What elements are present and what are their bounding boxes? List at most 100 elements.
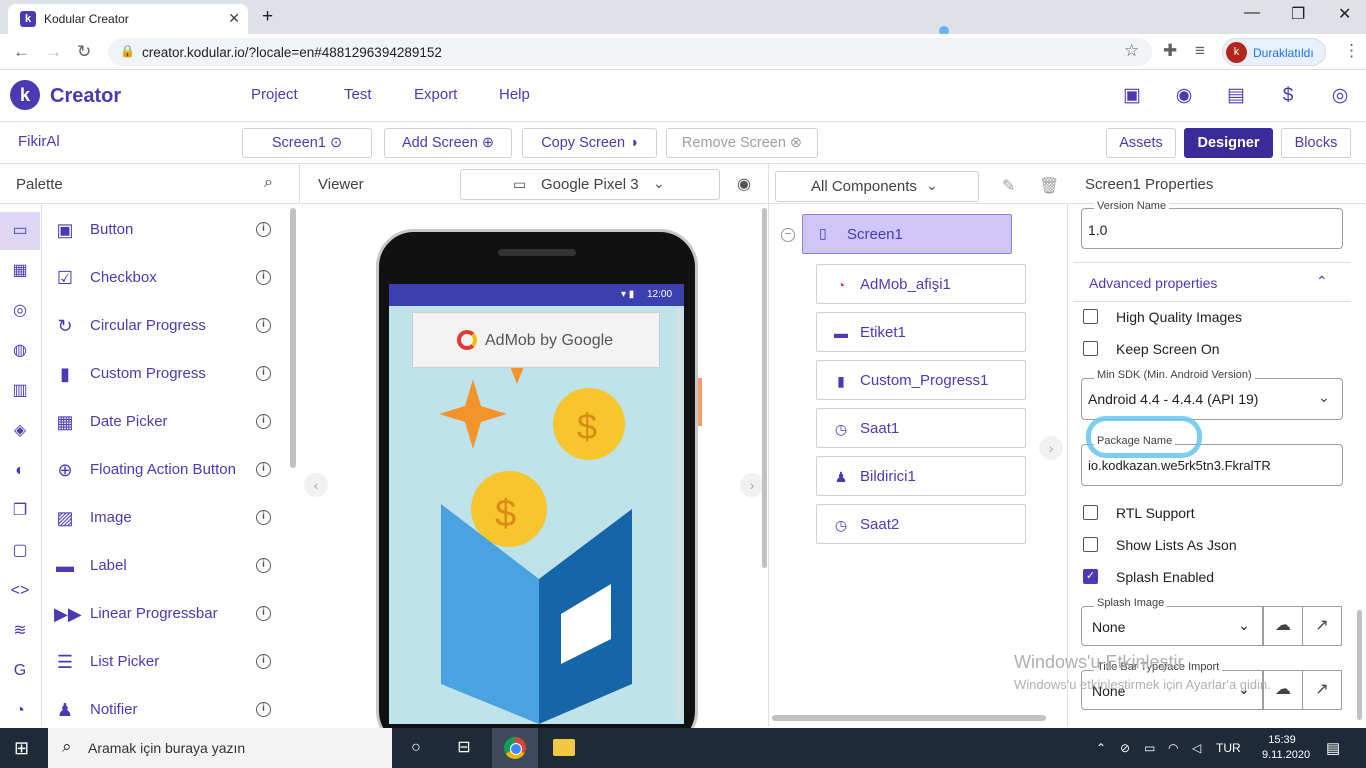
rename-pencil-icon[interactable]: ✎ xyxy=(1002,176,1015,196)
close-window-icon[interactable]: ✕ xyxy=(1338,4,1351,24)
open-external-icon[interactable]: ↗ xyxy=(1302,670,1342,710)
kodular-logo[interactable]: k xyxy=(10,80,40,110)
previous-arrow-icon[interactable]: ‹ xyxy=(304,473,328,497)
component-saat1[interactable]: ◷ Saat1 xyxy=(816,408,1026,448)
component-screen1[interactable]: ▯ Screen1 xyxy=(802,214,1012,254)
dollar-icon[interactable]: $ xyxy=(1276,84,1300,108)
info-icon[interactable]: i xyxy=(256,654,271,669)
url-field[interactable]: 🔒 creator.kodular.io/?locale=en#48812963… xyxy=(108,38,1152,66)
forward-icon[interactable]: → xyxy=(45,42,62,62)
menu-help[interactable]: Help xyxy=(499,86,530,103)
menu-project[interactable]: Project xyxy=(251,86,298,103)
open-external-icon[interactable]: ↗ xyxy=(1302,606,1342,646)
profile-button[interactable]: k Duraklatıldı xyxy=(1222,38,1326,66)
info-icon[interactable]: i xyxy=(256,702,271,717)
palette-item-notifier[interactable]: ♟ Notifier i xyxy=(42,685,292,733)
taskbar-search[interactable]: ⌕ Aramak için buraya yazın xyxy=(48,728,392,768)
category-connectivity-icon[interactable]: ≋ xyxy=(9,620,31,642)
category-business-icon[interactable]: ▢ xyxy=(9,540,31,562)
menu-test[interactable]: Test xyxy=(344,86,372,103)
taskbar-clock[interactable]: 15:39 9.11.2020 xyxy=(1262,733,1310,763)
file-explorer-icon[interactable] xyxy=(553,739,575,756)
media-icon[interactable]: ≡ xyxy=(1195,41,1205,61)
upload-cloud-icon[interactable]: ☁ xyxy=(1263,606,1303,646)
palette-icon[interactable]: ◉ xyxy=(1172,84,1196,108)
windows-start-icon[interactable]: ⊞ xyxy=(14,738,29,759)
delete-trash-icon[interactable]: 🗑 xyxy=(1039,176,1059,196)
copy-screen-button[interactable]: Copy Screen ◑ xyxy=(522,128,657,158)
palette-item-circular-progress[interactable]: ↻ Circular Progress i xyxy=(42,301,292,349)
min-sdk-select[interactable]: Android 4.4 - 4.4.4 (API 19) ⌄ xyxy=(1081,378,1343,420)
category-code-icon[interactable]: <> xyxy=(9,580,31,602)
palette-item-button[interactable]: ▣ Button i xyxy=(42,205,292,253)
browser-tab[interactable]: k Kodular Creator ✕ xyxy=(8,4,248,34)
cortana-icon[interactable]: ○ xyxy=(404,736,428,760)
component-saat2[interactable]: ◷ Saat2 xyxy=(816,504,1026,544)
palette-item-floating-action-button[interactable]: ⊕ Floating Action Button i xyxy=(42,445,292,493)
folder-star-icon[interactable]: ▣ xyxy=(1120,84,1144,108)
reload-icon[interactable]: ↻ xyxy=(77,42,91,62)
category-drawing-icon[interactable]: ◍ xyxy=(9,340,31,362)
info-icon[interactable]: i xyxy=(256,222,271,237)
info-icon[interactable]: i xyxy=(256,606,271,621)
new-tab-icon[interactable]: + xyxy=(262,6,273,28)
palette-item-label[interactable]: ▬ Label i xyxy=(42,541,292,589)
advanced-properties-toggle[interactable]: Advanced properties ⌃ xyxy=(1073,262,1351,302)
component-admob[interactable]: ◔ AdMob_afişi1 xyxy=(816,264,1026,304)
category-storage-icon[interactable]: ❐ xyxy=(9,500,31,522)
collapse-icon[interactable]: − xyxy=(781,228,795,242)
add-screen-button[interactable]: Add Screen ⊕ xyxy=(384,128,512,158)
star-icon[interactable]: ☆ xyxy=(1124,41,1139,61)
info-icon[interactable]: i xyxy=(256,318,271,333)
screen-selector[interactable]: Screen1 ⊙ xyxy=(242,128,372,158)
search-icon[interactable]: ⌕ xyxy=(264,174,273,192)
palette-item-checkbox[interactable]: ☑ Checkbox i xyxy=(42,253,292,301)
close-tab-icon[interactable]: ✕ xyxy=(228,10,240,27)
minimize-icon[interactable]: — xyxy=(1244,4,1260,22)
component-etiket1[interactable]: ▬ Etiket1 xyxy=(816,312,1026,352)
splash-image-select[interactable]: None ⌄ xyxy=(1081,606,1263,646)
admob-banner[interactable]: AdMob by Google xyxy=(412,312,660,368)
info-icon[interactable]: i xyxy=(256,558,271,573)
back-icon[interactable]: ← xyxy=(13,42,30,62)
next-arrow-icon[interactable]: › xyxy=(740,473,764,497)
library-icon[interactable]: ▤ xyxy=(1224,84,1248,108)
eye-icon[interactable]: ◉ xyxy=(737,174,751,194)
account-icon[interactable]: ◎ xyxy=(1328,84,1352,108)
tray-network-alert-icon[interactable]: ⊘ xyxy=(1120,741,1130,755)
expand-panel-arrow-icon[interactable]: › xyxy=(1039,436,1063,460)
maximize-icon[interactable]: ❐ xyxy=(1291,4,1305,24)
device-selector[interactable]: ▭ Google Pixel 3 ⌄ xyxy=(460,169,720,200)
palette-item-list-picker[interactable]: ☰ List Picker i xyxy=(42,637,292,685)
splash-enabled-checkbox[interactable]: ✓ xyxy=(1083,569,1098,584)
menu-export[interactable]: Export xyxy=(414,86,457,103)
rtl-support-checkbox[interactable] xyxy=(1083,505,1098,520)
designer-button[interactable]: Designer xyxy=(1184,128,1273,158)
remove-screen-button[interactable]: Remove Screen ⊗ xyxy=(666,128,818,158)
show-lists-json-checkbox[interactable] xyxy=(1083,537,1098,552)
version-name-field[interactable]: 1.0 xyxy=(1081,208,1343,249)
menu-icon[interactable]: ⋮ xyxy=(1343,41,1360,61)
category-media-icon[interactable]: ◎ xyxy=(9,300,31,322)
high-quality-images-checkbox[interactable] xyxy=(1083,309,1098,324)
info-icon[interactable]: i xyxy=(256,462,271,477)
category-games-icon[interactable]: ◐ xyxy=(9,460,31,482)
tray-battery-icon[interactable]: ▭ xyxy=(1144,741,1155,755)
keep-screen-on-checkbox[interactable] xyxy=(1083,341,1098,356)
task-view-icon[interactable]: ⊟ xyxy=(452,736,476,760)
category-sensors-icon[interactable]: ◈ xyxy=(9,420,31,442)
palette-item-linear-progressbar[interactable]: ▶▶ Linear Progressbar i xyxy=(42,589,292,637)
tray-chevron-icon[interactable]: ⌃ xyxy=(1096,741,1106,755)
palette-item-custom-progress[interactable]: ▮ Custom Progress i xyxy=(42,349,292,397)
palette-scrollbar[interactable] xyxy=(290,208,296,468)
info-icon[interactable]: i xyxy=(256,270,271,285)
extensions-icon[interactable]: ✚ xyxy=(1163,41,1177,61)
category-google-icon[interactable]: G xyxy=(9,660,31,682)
notifications-icon[interactable]: ▤ xyxy=(1326,739,1340,757)
properties-scrollbar[interactable] xyxy=(1357,610,1362,720)
tray-volume-icon[interactable]: ◁ xyxy=(1192,741,1201,755)
viewer-scrollbar[interactable] xyxy=(762,208,767,568)
components-horizontal-scrollbar[interactable] xyxy=(772,715,1046,721)
component-custom-progress1[interactable]: ▮ Custom_Progress1 xyxy=(816,360,1026,400)
info-icon[interactable]: i xyxy=(256,510,271,525)
